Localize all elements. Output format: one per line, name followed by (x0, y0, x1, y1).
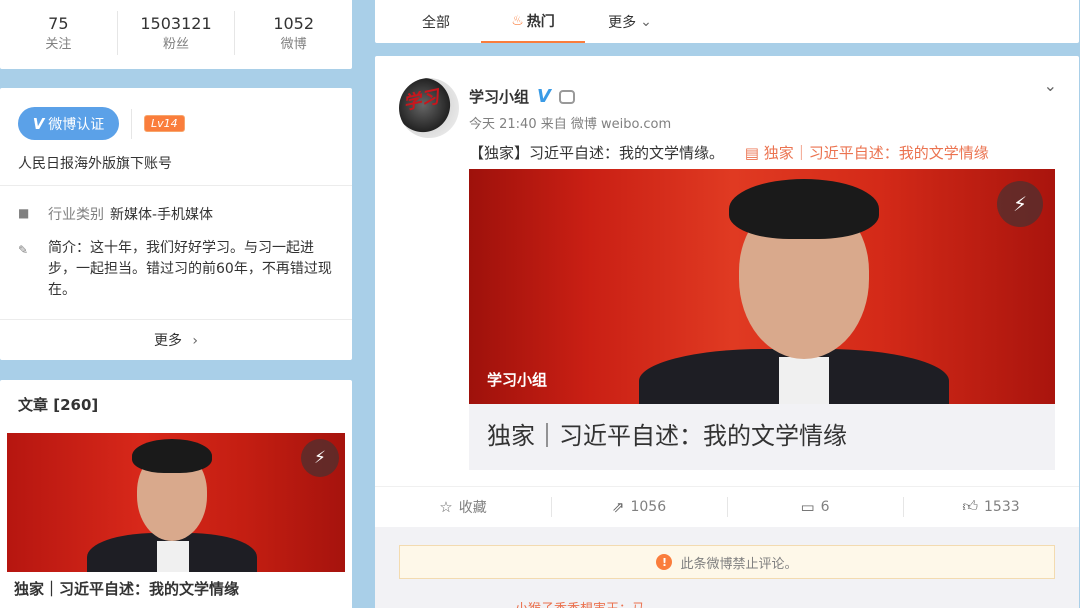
tab-more-label: 更多 (608, 14, 637, 31)
verify-row: V 微博认证 Lv14 (18, 107, 185, 140)
notice-text: 此条微博禁止评论。 (680, 556, 798, 572)
post-source: 来自 微博 weibo.com (540, 117, 672, 132)
image-title[interactable]: 独家｜习近平自述：我的文学情缘 (469, 404, 1055, 470)
post-body: 【独家】习近平自述：我的文学情缘。 (469, 144, 725, 162)
warning-icon: ! (656, 554, 673, 570)
favorite-button[interactable]: ☆ 收藏 (375, 487, 551, 526)
verify-label: 微博认证 (48, 116, 105, 133)
star-icon: ☆ (439, 497, 453, 516)
profile-more-link[interactable]: 更多 › (0, 330, 352, 350)
feed-tabs: 全部 ♨ 热门 更多 ⌄ (375, 0, 1079, 43)
comment-button[interactable]: ▭ 6 (727, 487, 903, 526)
image-watermark: 学习小组 (487, 371, 548, 389)
comment-preview[interactable]: 小猴子香香想害王：马 (515, 598, 645, 608)
verified-icon: V (32, 114, 45, 133)
intro-row: ✎ 简介：这十年，我们好好学习。与习一起进步，一起担当。错过习的前60年，不再错… (18, 238, 338, 301)
industry-value: 新媒体-手机媒体 (110, 207, 214, 223)
articles-heading[interactable]: 文章 [260] (18, 394, 98, 415)
post-meta: 今天 21:40 来自 微博 weibo.com (469, 113, 671, 132)
article-link[interactable]: ▤ 独家｜习近平自述：我的文学情缘 (745, 144, 989, 162)
industry-row: ■ 行业类别 新媒体-手机媒体 (18, 204, 213, 224)
profile-card: V 微博认证 Lv14 人民日报海外版旗下账号 ■ 行业类别 新媒体-手机媒体 … (0, 88, 352, 360)
comment-section: ! 此条微博禁止评论。 小猴子香香想害王：马 (375, 527, 1079, 608)
lightning-icon[interactable]: ⚡ (301, 439, 339, 477)
chevron-down-icon[interactable]: ⌄ (1044, 76, 1057, 95)
stat-followers-count: 1503121 (140, 13, 212, 33)
stat-followers[interactable]: 1503121 粉丝 (118, 10, 236, 55)
post-author: 学习小组 V (469, 86, 575, 107)
like-icon: 👍︎ (962, 497, 979, 515)
intro-text: 简介：这十年，我们好好学习。与习一起进步，一起担当。错过习的前60年，不再错过现… (48, 240, 332, 298)
post-image[interactable]: 学习小组 ⚡ (469, 169, 1055, 404)
chevron-right-icon: › (192, 333, 199, 349)
account-description: 人民日报海外版旗下账号 (18, 156, 172, 172)
repost-button[interactable]: ⇗ 1056 (551, 487, 727, 526)
level-badge[interactable]: Lv14 (144, 115, 185, 132)
divider (0, 319, 352, 320)
lightning-icon[interactable]: ⚡ (997, 181, 1043, 227)
edit-icon: ✎ (18, 243, 29, 257)
avatar[interactable]: 学习 (399, 78, 459, 138)
tab-all-label: 全部 (422, 14, 450, 31)
stat-posts-count: 1052 (273, 13, 315, 33)
tab-more[interactable]: 更多 ⌄ (585, 0, 675, 43)
stat-following[interactable]: 75 关注 (0, 10, 118, 55)
repost-count: 1056 (630, 498, 667, 515)
document-icon: ▤ (744, 144, 759, 162)
industry-key: 行业类别 (48, 207, 104, 223)
tab-hot[interactable]: ♨ 热门 (481, 0, 585, 43)
articles-card: 文章 [260] ⚡ 独家｜习近平自述：我的文学情缘 (0, 380, 352, 608)
profile-more-label: 更多 (153, 333, 182, 349)
robot-icon[interactable] (558, 89, 575, 104)
stat-posts-label: 微博 (280, 36, 307, 52)
tab-all[interactable]: 全部 (391, 0, 481, 43)
comment-icon: ▭ (800, 497, 815, 516)
stat-following-count: 75 (48, 13, 69, 33)
article-thumbnail[interactable]: ⚡ (7, 433, 345, 572)
comment-count: 6 (820, 498, 830, 515)
like-button[interactable]: 👍︎ 1533 (903, 487, 1079, 526)
chevron-down-icon: ⌄ (640, 13, 652, 30)
avatar-logo-text: 学习 (401, 86, 442, 115)
verify-button[interactable]: V 微博认证 (18, 107, 119, 140)
article-caption[interactable]: 独家｜习近平自述：我的文学情缘 (14, 578, 239, 599)
verified-icon[interactable]: V (537, 86, 551, 107)
comment-disabled-notice: ! 此条微博禁止评论。 (399, 545, 1055, 579)
flame-icon: ♨ (511, 12, 524, 29)
post-actions: ☆ 收藏 ⇗ 1056 ▭ 6 👍︎ 1533 (375, 486, 1079, 526)
repost-icon: ⇗ (611, 497, 625, 516)
briefcase-icon: ■ (18, 206, 30, 220)
stats-card: 75 关注 1503121 粉丝 1052 微博 (0, 0, 352, 69)
favorite-label: 收藏 (458, 499, 487, 516)
like-count: 1533 (984, 498, 1020, 515)
weibo-post: 学习 学习小组 V 今天 21:40 来自 微博 weibo.com ⌄ 【独家… (375, 56, 1079, 608)
username[interactable]: 学习小组 (469, 86, 529, 107)
divider (131, 108, 132, 139)
stat-posts[interactable]: 1052 微博 (235, 11, 352, 55)
post-text: 【独家】习近平自述：我的文学情缘。 ▤ 独家｜习近平自述：我的文学情缘 (469, 142, 989, 163)
article-link-text: 独家｜习近平自述：我的文学情缘 (763, 144, 989, 162)
stat-followers-label: 粉丝 (163, 36, 190, 52)
tab-hot-label: 热门 (526, 13, 555, 30)
divider (0, 185, 352, 186)
post-time[interactable]: 今天 21:40 (469, 117, 537, 132)
stat-following-label: 关注 (45, 36, 72, 52)
